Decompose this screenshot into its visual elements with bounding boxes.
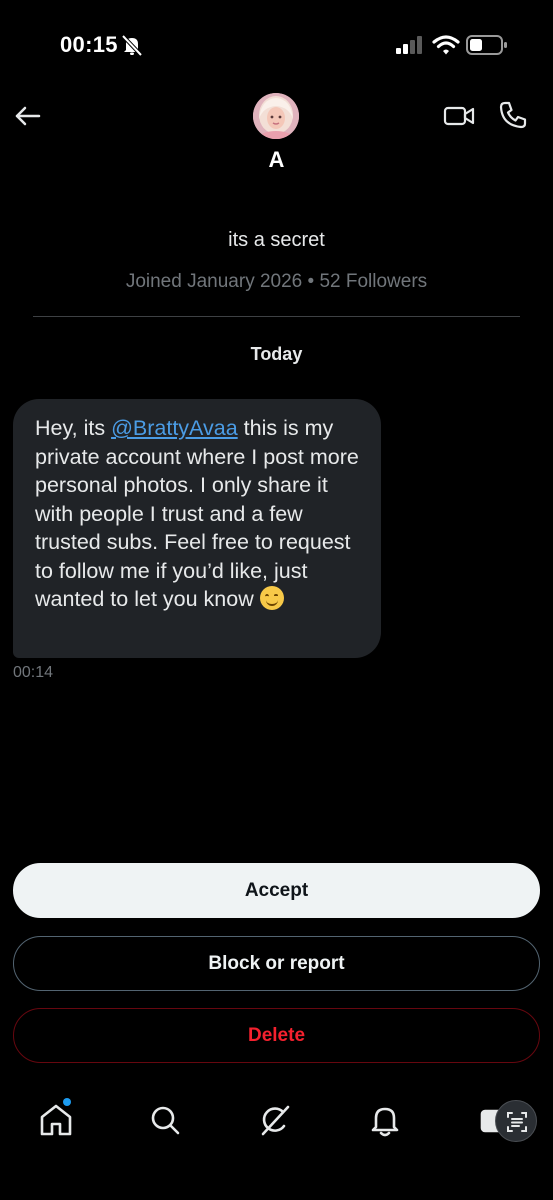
profile-bio: its a secret: [228, 229, 325, 251]
smiling-face-emoji: [259, 586, 284, 610]
bell-off-icon: [121, 34, 143, 56]
scan-text-icon: [507, 1112, 527, 1132]
avatar[interactable]: [253, 93, 299, 139]
message-text-before: Hey, its: [35, 416, 112, 440]
video-call-icon[interactable]: [442, 102, 476, 130]
day-label: Today: [250, 344, 303, 364]
signal-icon: [396, 36, 422, 54]
home-icon[interactable]: [36, 1100, 76, 1140]
compose-fab-button[interactable]: [495, 1100, 537, 1142]
wifi-icon: [432, 35, 460, 55]
message-timestamp: 00:14: [13, 664, 54, 681]
search-icon[interactable]: [145, 1100, 185, 1140]
message-bubble[interactable]: Hey, its @BrattyAvaa this is my private …: [13, 399, 381, 658]
profile-meta: Joined January 2026 • 52 Followers: [125, 271, 428, 292]
back-arrow-icon[interactable]: [12, 100, 44, 132]
phone-icon[interactable]: [498, 100, 528, 130]
message-text-after: this is my private account where I post …: [35, 416, 359, 611]
block-or-report-button[interactable]: Block or report: [13, 936, 540, 991]
notifications-icon[interactable]: [365, 1100, 405, 1140]
notification-dot: [63, 1098, 71, 1106]
grok-icon[interactable]: [255, 1100, 295, 1140]
avatar-image: [253, 93, 299, 139]
status-time: 00:15: [60, 32, 118, 57]
accept-button[interactable]: Accept: [13, 863, 540, 918]
divider: [33, 316, 520, 317]
battery-icon: [466, 35, 507, 55]
status-bar: 00:15: [0, 0, 553, 90]
conversation-name[interactable]: A: [0, 147, 553, 173]
delete-button[interactable]: Delete: [13, 1008, 540, 1063]
mention-link[interactable]: @BrattyAvaa: [111, 416, 238, 440]
